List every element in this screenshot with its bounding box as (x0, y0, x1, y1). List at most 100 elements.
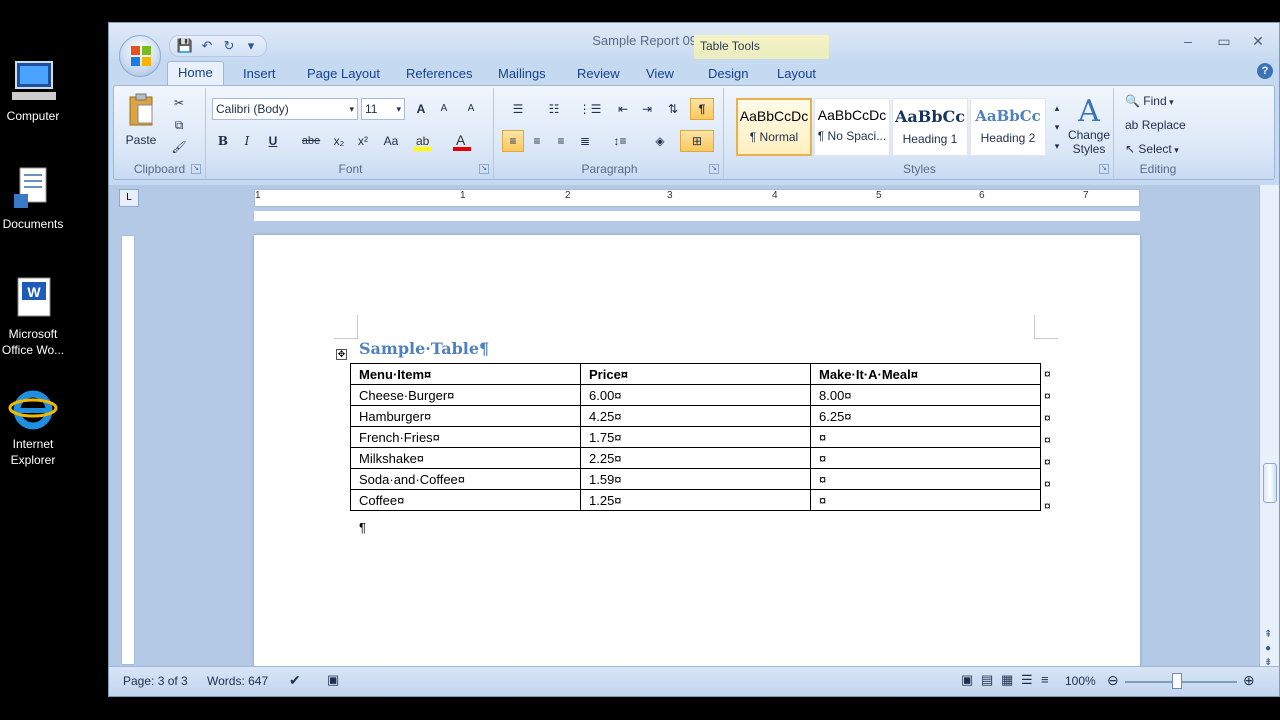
table-cell[interactable]: 2.25¤ (580, 447, 811, 469)
style-heading-2[interactable]: AaBbCc Heading 2 (970, 98, 1046, 156)
document-table[interactable]: Menu·Item¤ Price¤ Make·It·A·Meal¤ Cheese… (350, 363, 1041, 511)
subscript-button[interactable]: x₂ (328, 130, 350, 152)
vertical-scrollbar[interactable]: ⇞ ● ⇟ (1259, 185, 1279, 668)
desktop-icon-ie[interactable]: Internet Explorer (0, 386, 66, 468)
align-center-icon[interactable]: ≡ (526, 130, 548, 152)
zoom-in-icon[interactable]: ⊕ (1243, 672, 1255, 689)
proofing-icon[interactable]: ✔ (289, 672, 301, 689)
print-layout-icon[interactable]: ▣ (961, 672, 973, 688)
change-styles-button[interactable]: A Change Styles (1066, 92, 1112, 158)
replace-button[interactable]: ab Replace (1122, 114, 1198, 136)
desktop-icon-word[interactable]: W Microsoft Office Wo... (0, 276, 66, 358)
office-button[interactable] (119, 35, 161, 77)
table-cell[interactable]: Milkshake¤ (350, 447, 581, 469)
show-hide-formatting-button[interactable]: ¶ (690, 98, 714, 120)
help-icon[interactable]: ? (1257, 63, 1273, 79)
vertical-ruler[interactable] (121, 235, 135, 665)
customize-qat-icon[interactable]: ▾ (242, 37, 260, 55)
style-normal[interactable]: AaBbCcDc ¶ Normal (736, 98, 812, 156)
tab-home[interactable]: Home (167, 61, 224, 86)
page-count-status[interactable]: Page: 3 of 3 (123, 674, 188, 688)
table-cell[interactable]: 8.00¤ (810, 384, 1041, 406)
table-cell[interactable]: 6.00¤ (580, 384, 811, 406)
table-cell[interactable]: French·Fries¤ (350, 426, 581, 448)
select-browse-object-icon[interactable]: ● (1265, 643, 1271, 654)
table-move-handle-icon[interactable]: ✥ (336, 349, 347, 360)
redo-icon[interactable]: ↻ (220, 37, 238, 55)
table-cell[interactable]: ¤ (810, 426, 1041, 448)
save-icon[interactable]: 💾 (176, 37, 194, 55)
table-header-cell[interactable]: Make·It·A·Meal¤ (810, 363, 1041, 385)
table-header-cell[interactable]: Price¤ (580, 363, 811, 385)
font-launcher-icon[interactable]: ↘ (479, 164, 489, 174)
cut-icon[interactable]: ✂ (168, 92, 190, 114)
style-heading-1[interactable]: AaBbCc Heading 1 (892, 98, 968, 156)
borders-icon[interactable]: ⊞ (680, 130, 714, 152)
tab-design[interactable]: Design (698, 63, 758, 85)
zoom-out-icon[interactable]: ⊖ (1107, 672, 1119, 689)
tab-references[interactable]: References (396, 63, 482, 85)
font-family-select[interactable]: Calibri (Body) ▾ (212, 98, 358, 120)
shrink-font-button[interactable]: A (433, 98, 455, 120)
italic-button[interactable]: I (236, 130, 258, 152)
undo-icon[interactable]: ↶ (198, 37, 216, 55)
shading-icon[interactable]: ◈ (644, 130, 676, 152)
table-cell[interactable]: ¤ (810, 447, 1041, 469)
maximize-button[interactable]: ▭ (1209, 31, 1239, 51)
paragraph-launcher-icon[interactable]: ↘ (709, 164, 719, 174)
underline-button[interactable]: U (260, 130, 286, 152)
horizontal-ruler[interactable]: 1 1 2 3 4 5 6 7 (254, 189, 1140, 207)
full-screen-reading-icon[interactable]: ▤ (981, 672, 993, 688)
word-count-status[interactable]: Words: 647 (207, 674, 268, 688)
tab-insert[interactable]: Insert (233, 63, 286, 85)
zoom-level[interactable]: 100% (1065, 674, 1096, 688)
table-cell[interactable]: Cheese·Burger¤ (350, 384, 581, 406)
table-header-cell[interactable]: Menu·Item¤ (350, 363, 581, 385)
table-cell[interactable]: ¤ (810, 468, 1041, 490)
sort-icon[interactable]: ⇅ (662, 98, 684, 120)
document-heading[interactable]: Sample·Table¶ (359, 339, 489, 358)
tab-layout[interactable]: Layout (767, 63, 826, 85)
multilevel-list-icon[interactable]: ⋮☰ (574, 98, 606, 120)
clear-formatting-button[interactable]: A (460, 98, 482, 120)
tab-view[interactable]: View (636, 63, 684, 85)
table-cell[interactable]: 1.75¤ (580, 426, 811, 448)
strikethrough-button[interactable]: abe (296, 130, 326, 152)
table-cell[interactable]: Hamburger¤ (350, 405, 581, 427)
tab-selector-icon[interactable]: L (119, 189, 139, 207)
paste-button[interactable]: Paste (120, 90, 162, 152)
decrease-indent-icon[interactable]: ⇤ (612, 98, 634, 120)
numbering-icon[interactable]: ☷ (538, 98, 570, 120)
select-button[interactable]: ↖ Select ▾ (1122, 138, 1198, 160)
change-case-button[interactable]: Aa (376, 130, 406, 152)
empty-paragraph-mark[interactable]: ¶ (359, 520, 366, 535)
table-cell[interactable]: 1.25¤ (580, 489, 811, 511)
styles-scroll-icon[interactable]: ▴ ▾ ▾ (1050, 98, 1064, 156)
copy-icon[interactable]: ⧉ (168, 114, 190, 136)
outline-view-icon[interactable]: ☰ (1021, 672, 1033, 688)
prev-page-icon[interactable]: ⇞ (1264, 629, 1272, 640)
highlight-color-button[interactable]: ab (410, 130, 444, 152)
align-left-icon[interactable]: ≡ (502, 130, 524, 152)
increase-indent-icon[interactable]: ⇥ (636, 98, 658, 120)
desktop-icon-documents[interactable]: Documents (0, 166, 66, 232)
tab-mailings[interactable]: Mailings (488, 63, 556, 85)
grow-font-button[interactable]: A (410, 98, 432, 120)
styles-launcher-icon[interactable]: ↘ (1099, 164, 1109, 174)
find-button[interactable]: 🔍 Find ▾ (1122, 90, 1198, 112)
bold-button[interactable]: B (212, 130, 234, 152)
draft-view-icon[interactable]: ≡ (1041, 672, 1049, 687)
format-painter-icon[interactable]: 🖌 (168, 136, 190, 158)
font-color-button[interactable]: A (448, 130, 482, 152)
table-cell[interactable]: Soda·and·Coffee¤ (350, 468, 581, 490)
table-cell[interactable]: 6.25¤ (810, 405, 1041, 427)
web-layout-icon[interactable]: ▦ (1001, 672, 1013, 688)
scrollbar-thumb[interactable] (1263, 463, 1277, 503)
table-cell[interactable]: 4.25¤ (580, 405, 811, 427)
justify-icon[interactable]: ≣ (574, 130, 596, 152)
macro-record-icon[interactable]: ▣ (327, 672, 339, 688)
document-page[interactable]: Sample·Table¶ ✥ Menu·Item¤ Price¤ Make·I… (254, 235, 1140, 668)
table-cell[interactable]: 1.59¤ (580, 468, 811, 490)
style-no-spacing[interactable]: AaBbCcDc ¶ No Spaci... (814, 98, 890, 156)
align-right-icon[interactable]: ≡ (550, 130, 572, 152)
